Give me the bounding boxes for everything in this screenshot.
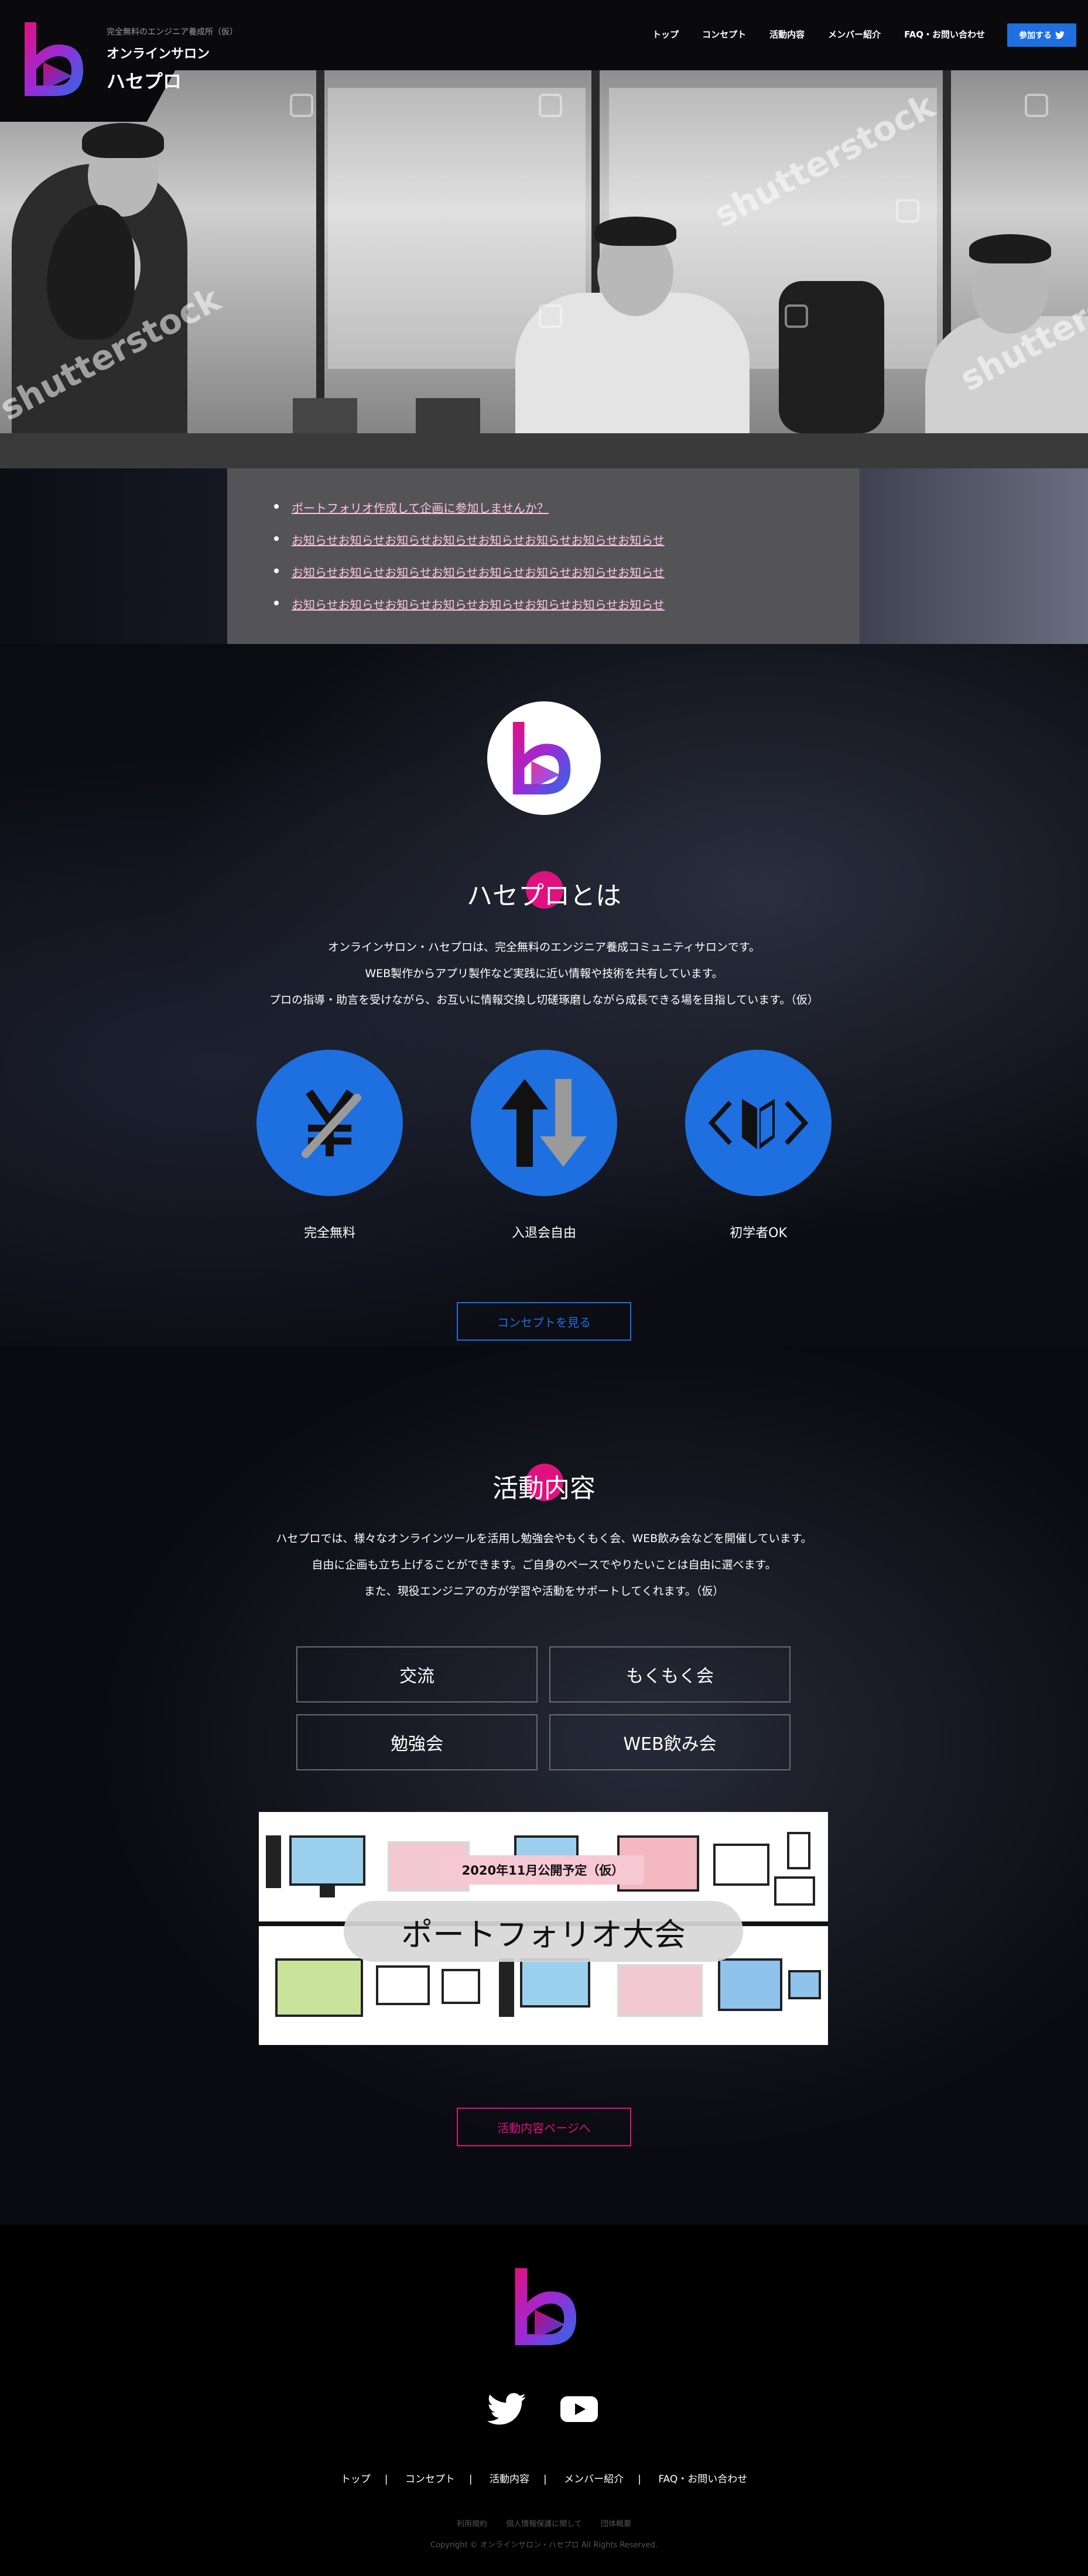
feature-join-leave	[471, 1050, 617, 1196]
desktop-tower	[499, 1958, 514, 2017]
about-title: ハセプロとは	[467, 881, 621, 911]
watermark-icon	[290, 94, 313, 117]
desktop-tower	[266, 1835, 281, 1888]
nav-concept[interactable]: コンセプト	[702, 28, 746, 40]
hero-image: shutterstock shutterstock shutterstock	[0, 70, 1088, 468]
news-list: ポートフォリオ作成して企画に参加しませんか？ お知らせお知らせお知らせお知らせお…	[274, 499, 860, 612]
person-hair	[82, 123, 164, 158]
concept-button[interactable]: コンセプトを見る	[457, 1302, 631, 1341]
person-hair	[969, 234, 1051, 263]
feature-label: 完全無料	[303, 1226, 355, 1241]
video-monitor-illustration	[376, 1965, 430, 2005]
desk	[0, 433, 1088, 468]
join-button[interactable]: 参加する	[1007, 23, 1076, 47]
about-lead-line: WEB製作からアプリ製作など実践に近い情報や技術を共有しています。	[365, 967, 723, 980]
legal-links: 利用規約 個人情報保護に関して 団体概要	[0, 2517, 1088, 2529]
youtube-icon[interactable]	[560, 2392, 598, 2427]
news-link[interactable]: お知らせお知らせお知らせお知らせお知らせお知らせお知らせお知らせ	[292, 533, 665, 547]
feature-free	[256, 1050, 403, 1196]
about-org-link[interactable]: 団体概要	[601, 2520, 631, 2529]
activities-lead-line: また、現役エンジニアの方が学習や活動をサポートしてくれます。（仮）	[364, 1585, 724, 1598]
copyright: Copyright © オンラインサロン・ハセプロ All Rights Res…	[430, 2541, 658, 2550]
monitor-illustration	[520, 1958, 590, 2008]
nav-faq[interactable]: FAQ・お問い合わせ	[904, 28, 985, 40]
tablet-illustration	[788, 1970, 821, 1999]
yen-icon	[302, 1089, 361, 1158]
footer-nav-members[interactable]: メンバー紹介	[564, 2474, 624, 2485]
news-link[interactable]: ポートフォリオ作成して企画に参加しませんか？	[292, 501, 549, 515]
banner-date-badge: 2020年11月公開予定（仮）	[442, 1855, 644, 1885]
feature-beginner	[685, 1050, 832, 1196]
feature-label: 入退会自由	[511, 1226, 576, 1241]
main-nav: トップ コンセプト 活動内容 メンバー紹介 FAQ・お問い合わせ	[652, 28, 985, 40]
feature-label: 初学者OK	[730, 1226, 787, 1241]
footer-nav-concept[interactable]: コンセプト	[405, 2474, 455, 2485]
tablet-illustration	[774, 1876, 815, 1906]
terms-link[interactable]: 利用規約	[457, 2520, 487, 2529]
about-lead-line: オンラインサロン・ハセプロは、完全無料のエンジニア養成コミュニティサロンです。	[328, 941, 760, 954]
join-label: 参加する	[1019, 31, 1052, 40]
monitor-illustration	[718, 1958, 782, 2011]
video-monitor-illustration	[713, 1844, 769, 1886]
activity-exchange[interactable]: 交流	[296, 1646, 538, 1703]
activity-web-drinking[interactable]: WEB飲み会	[549, 1714, 791, 1770]
about-lead-line: プロの指導・助言を受けながら、お互いに情報交換し切磋琢磨しながら成長できる場を目…	[269, 994, 819, 1006]
news-item: お知らせお知らせお知らせお知らせお知らせお知らせお知らせお知らせ	[274, 563, 860, 580]
monitor-stand	[320, 1886, 335, 1897]
twitter-icon[interactable]	[487, 2392, 526, 2427]
brand-name[interactable]: ハセプロ	[107, 67, 182, 94]
banner-title: ポートフォリオ大会	[344, 1901, 743, 1962]
portfolio-contest-banner[interactable]: 2020年11月公開予定（仮） ポートフォリオ大会	[259, 1812, 828, 2045]
activities-lead-line: ハセプロでは、様々なオンラインツールを活用し勉強会やもくもく会、WEB飲み会など…	[276, 1532, 812, 1545]
watermark-icon	[539, 304, 562, 328]
news-item: お知らせお知らせお知らせお知らせお知らせお知らせお知らせお知らせ	[274, 595, 860, 612]
monitor-illustration	[289, 1835, 365, 1886]
news-item: ポートフォリオ作成して企画に参加しませんか？	[274, 499, 860, 516]
news-panel: ポートフォリオ作成して企画に参加しませんか？ お知らせお知らせお知らせお知らせお…	[227, 468, 860, 644]
nav-members[interactable]: メンバー紹介	[828, 28, 881, 40]
phone-illustration	[787, 1832, 810, 1869]
footer-nav-top[interactable]: トップ	[341, 2474, 371, 2485]
hasepro-logo-icon	[512, 722, 571, 794]
activities-lead-line: 自由に企画も立ち上げることができます。ご自身のペースでやりたいことは自由に選べま…	[312, 1558, 776, 1571]
brand-tagline: 完全無料のエンジニア養成所（仮）	[107, 28, 238, 37]
hasepro-logo-icon[interactable]	[20, 20, 93, 98]
news-item: お知らせお知らせお知らせお知らせお知らせお知らせお知らせお知らせ	[274, 531, 860, 548]
activity-mokumoku[interactable]: もくもく会	[549, 1646, 791, 1703]
activities-title: 活動内容	[492, 1474, 596, 1503]
footer-nav-faq[interactable]: FAQ・お問い合わせ	[658, 2474, 747, 2485]
privacy-link[interactable]: 個人情報保護に関して	[506, 2520, 582, 2529]
watermark-icon	[785, 304, 808, 328]
twitter-icon	[1055, 31, 1065, 39]
laptop-illustration	[275, 1958, 363, 2017]
news-link[interactable]: お知らせお知らせお知らせお知らせお知らせお知らせお知らせお知らせ	[292, 598, 665, 612]
tablet-illustration	[442, 1969, 480, 2004]
watermark-icon	[896, 199, 919, 222]
beginner-mark-icon	[708, 1099, 809, 1149]
up-down-arrows-icon	[501, 1079, 587, 1167]
activity-study-session[interactable]: 勉強会	[296, 1714, 538, 1770]
activities-page-button[interactable]: 活動内容ページへ	[457, 2108, 631, 2146]
footer-nav: トップ | コンセプト | 活動内容 | メンバー紹介 | FAQ・お問い合わせ	[340, 2474, 748, 2485]
office-chair	[779, 281, 884, 433]
watermark-icon	[1025, 94, 1048, 117]
footer-nav-activities[interactable]: 活動内容	[490, 2474, 529, 2485]
brand-subtitle: オンラインサロン	[107, 47, 210, 61]
watermark-icon	[539, 94, 562, 117]
nav-activities[interactable]: 活動内容	[769, 28, 805, 40]
section-logo	[487, 701, 601, 815]
person-hair	[594, 217, 676, 246]
news-link[interactable]: お知らせお知らせお知らせお知らせお知らせお知らせお知らせお知らせ	[292, 566, 665, 580]
nav-top[interactable]: トップ	[652, 28, 679, 40]
monitor-illustration	[617, 1964, 703, 2017]
hasepro-logo-icon[interactable]	[508, 2266, 588, 2348]
